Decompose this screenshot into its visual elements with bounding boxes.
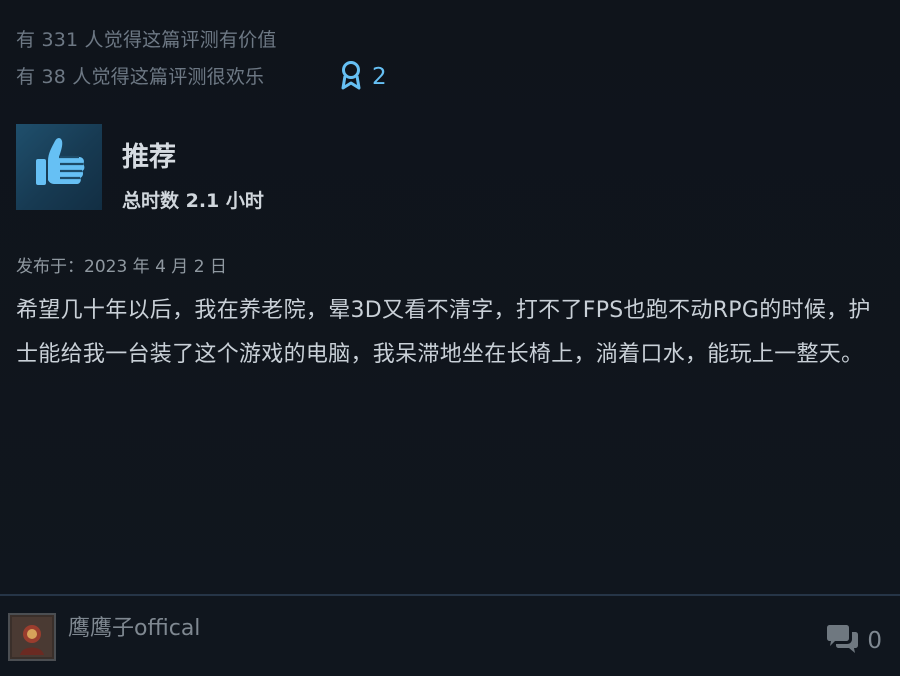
review-text: 希望几十年以后，我在养老院，晕3D又看不清字，打不了FPS也跑不动RPG的时候，… <box>16 298 871 367</box>
verdict-title: 推荐 <box>122 142 176 173</box>
author-avatar[interactable] <box>8 613 56 661</box>
comment-count: 0 <box>867 628 882 654</box>
author-name[interactable]: 鹰鹰子offical <box>68 614 200 644</box>
helpful-votes-text: 有 331 人觉得这篇评测有价值 <box>16 29 277 51</box>
award-indicator[interactable]: 2 <box>340 61 387 93</box>
speech-bubbles-icon <box>825 624 859 658</box>
recommendation-badge <box>16 124 102 210</box>
review-card: 有 331 人觉得这篇评测有价值 有 38 人觉得这篇评测很欢乐 2 推荐 总时… <box>0 0 900 676</box>
award-count: 2 <box>372 64 387 90</box>
user-avatar <box>12 617 52 657</box>
playtime-hours: 总时数 2.1 小时 <box>122 190 264 212</box>
posted-date: 发布于：2023 年 4 月 2 日 <box>16 257 227 277</box>
comments-button[interactable]: 0 <box>825 624 882 658</box>
funny-votes-text: 有 38 人觉得这篇评测很欢乐 <box>16 66 265 88</box>
thumbs-up-icon <box>24 133 94 201</box>
award-ribbon-icon <box>340 60 362 94</box>
footer-divider <box>0 594 900 596</box>
